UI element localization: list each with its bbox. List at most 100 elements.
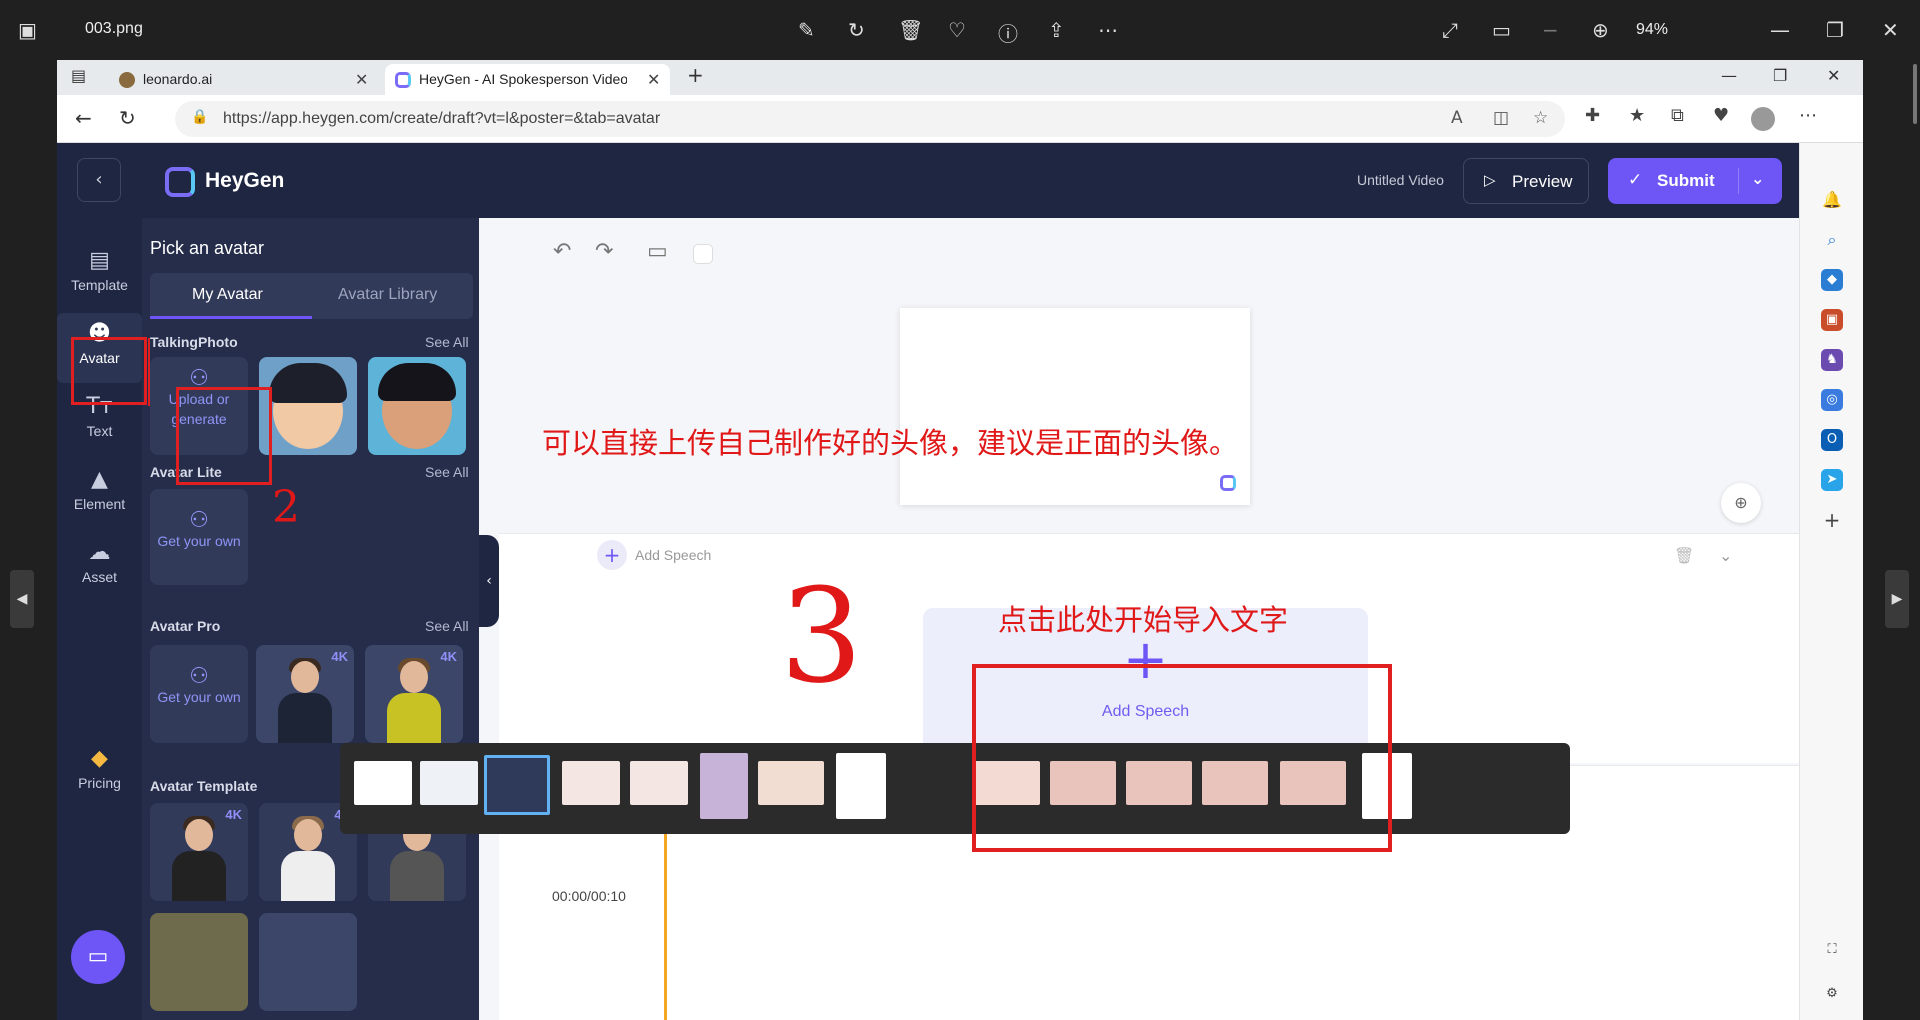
actual-size-icon[interactable]: ▭ xyxy=(1492,18,1511,42)
info-icon[interactable]: ⓘ xyxy=(998,18,1018,47)
background-color-swatch[interactable] xyxy=(693,244,713,264)
new-tab-icon[interactable]: + xyxy=(687,63,704,87)
thumbnail[interactable] xyxy=(354,761,412,805)
screenshot-icon[interactable]: ⛶ xyxy=(1821,939,1843,961)
thumbnail[interactable] xyxy=(420,761,478,805)
browser-menu-icon[interactable]: ⋯ xyxy=(1799,105,1817,126)
get-your-own-pro-card[interactable]: ⚇ Get your own xyxy=(150,645,248,743)
tab-avatar-library[interactable]: Avatar Library xyxy=(338,286,437,304)
thumbnail-selected[interactable] xyxy=(484,755,550,815)
rotate-icon[interactable]: ↻ xyxy=(848,18,865,42)
delete-icon[interactable]: 🗑 xyxy=(898,18,923,42)
avatar-template-1[interactable]: 4K xyxy=(150,803,248,901)
zoom-out-icon[interactable]: − xyxy=(1542,18,1559,42)
avatar-template-4[interactable] xyxy=(150,913,248,1011)
browser-minimize-icon[interactable]: — xyxy=(1721,66,1737,85)
get-your-own-content: ⚇ Get your own xyxy=(150,666,248,707)
close-icon[interactable]: ✕ xyxy=(1882,18,1899,42)
settings-icon[interactable]: ⚙ xyxy=(1821,983,1843,1005)
talking-photo-avatar-1[interactable] xyxy=(259,357,357,455)
talking-photo-avatar-2[interactable] xyxy=(368,357,466,455)
address-bar[interactable]: 🔒 https://app.heygen.com/create/draft?vt… xyxy=(175,101,1565,137)
refresh-icon[interactable]: ↻ xyxy=(119,106,136,130)
avatar-template-5[interactable] xyxy=(259,913,357,1011)
thumbnail[interactable] xyxy=(896,761,962,805)
zoom-in-icon[interactable]: ⊕ xyxy=(1592,18,1609,42)
heygen-logo-icon xyxy=(165,167,195,197)
extensions-icon[interactable]: ✚ xyxy=(1585,105,1600,126)
tab-my-avatar[interactable]: My Avatar xyxy=(192,286,263,304)
next-image-icon[interactable]: ▶ xyxy=(1885,570,1909,628)
avatar-pro-2[interactable]: 4K xyxy=(365,645,463,743)
avatar-panel: Pick an avatar My Avatar Avatar Library … xyxy=(142,218,479,1020)
games-icon[interactable]: ♞ xyxy=(1821,349,1843,371)
favorite-icon[interactable]: ♡ xyxy=(948,18,966,42)
tab-heygen[interactable]: HeyGen - AI Spokesperson Video ✕ xyxy=(385,64,670,95)
see-all-link[interactable]: See All xyxy=(425,618,469,634)
minimize-icon[interactable]: — xyxy=(1770,18,1790,42)
collapse-panel-icon[interactable]: ‹ xyxy=(479,535,499,627)
profile-avatar-icon[interactable] xyxy=(1751,107,1775,131)
browser-close-icon[interactable]: ✕ xyxy=(1827,66,1840,85)
read-aloud-icon[interactable]: A xyxy=(1451,108,1463,128)
thumbnail[interactable] xyxy=(630,761,688,805)
viewer-scrollbar[interactable] xyxy=(1913,64,1917,124)
send-icon[interactable]: ➤ xyxy=(1821,469,1843,491)
back-button[interactable]: ‹ xyxy=(77,158,121,202)
edit-icon[interactable]: ✎ xyxy=(798,18,815,42)
thumbnail[interactable] xyxy=(836,753,886,819)
nav-element[interactable]: ▲ Element xyxy=(57,459,142,529)
chevron-down-icon[interactable]: ⌄ xyxy=(1751,169,1764,188)
nav-template[interactable]: ▤ Template xyxy=(57,240,142,310)
redo-icon[interactable]: ↷ xyxy=(595,239,613,264)
monitor-icon[interactable]: ▭ xyxy=(647,239,668,264)
see-all-link[interactable]: See All xyxy=(425,334,469,350)
thumbnail[interactable] xyxy=(758,761,824,805)
previous-image-icon[interactable]: ◀ xyxy=(10,570,34,628)
chat-support-icon[interactable]: ▭ xyxy=(71,930,125,984)
search-icon[interactable]: ⌕ xyxy=(1821,229,1843,251)
shopping-tag-icon[interactable]: ◆ xyxy=(1821,269,1843,291)
collections-icon[interactable]: ⧉ xyxy=(1671,105,1684,126)
close-tab-icon[interactable]: ✕ xyxy=(647,64,660,95)
video-canvas[interactable] xyxy=(900,308,1250,505)
submit-button[interactable]: ✓ Submit ⌄ xyxy=(1608,158,1782,204)
video-title[interactable]: Untitled Video xyxy=(1357,172,1444,188)
tab-title: HeyGen - AI Spokesperson Video xyxy=(419,71,627,87)
restore-icon[interactable]: ❐ xyxy=(1826,18,1844,42)
share-icon[interactable]: ⇪ xyxy=(1048,18,1065,42)
lock-icon[interactable]: 🔒 xyxy=(191,109,208,125)
tab-actions-icon[interactable]: ▤ xyxy=(71,66,86,85)
see-all-link[interactable]: See All xyxy=(425,464,469,480)
preview-button[interactable]: ▷ Preview xyxy=(1463,158,1589,204)
favorite-star-icon[interactable]: ☆ xyxy=(1533,108,1548,128)
nav-label: Template xyxy=(71,277,128,293)
back-icon[interactable]: ← xyxy=(75,106,92,130)
split-screen-icon[interactable]: ◫ xyxy=(1493,108,1509,128)
chevron-down-icon[interactable]: ⌄ xyxy=(1719,546,1732,565)
tab-leonardo[interactable]: leonardo.ai ✕ xyxy=(109,64,379,95)
undo-icon[interactable]: ↶ xyxy=(553,239,571,264)
add-sidebar-app-icon[interactable]: + xyxy=(1821,509,1843,531)
fullscreen-icon[interactable]: ⤢ xyxy=(1442,18,1458,42)
copilot-icon[interactable]: ◎ xyxy=(1821,389,1843,411)
nav-pricing[interactable]: ◆ Pricing xyxy=(57,738,142,808)
get-your-own-content: ⚇ Get your own xyxy=(150,510,248,551)
tools-icon[interactable]: ▣ xyxy=(1821,309,1843,331)
notification-bell-icon[interactable]: 🔔 xyxy=(1821,189,1843,211)
favorites-icon[interactable]: ★ xyxy=(1629,105,1645,126)
zoom-icon[interactable]: ⊕ xyxy=(1721,483,1761,523)
thumbnail[interactable] xyxy=(562,761,620,805)
avatar-pro-1[interactable]: 4K xyxy=(256,645,354,743)
get-your-own-lite-card[interactable]: ⚇ Get your own xyxy=(150,489,248,585)
more-icon[interactable]: ⋯ xyxy=(1098,18,1118,42)
trash-icon[interactable]: 🗑 xyxy=(1674,546,1694,565)
browser-essentials-icon[interactable]: ♥ xyxy=(1713,105,1729,126)
browser-restore-icon[interactable]: ❐ xyxy=(1773,66,1787,85)
nav-asset[interactable]: ☁ Asset xyxy=(57,532,142,602)
outlook-icon[interactable]: O xyxy=(1821,429,1843,451)
viewer-left-margin: ◀ xyxy=(0,60,57,1020)
close-tab-icon[interactable]: ✕ xyxy=(355,64,368,95)
divider xyxy=(1738,168,1739,194)
thumbnail[interactable] xyxy=(700,753,748,819)
